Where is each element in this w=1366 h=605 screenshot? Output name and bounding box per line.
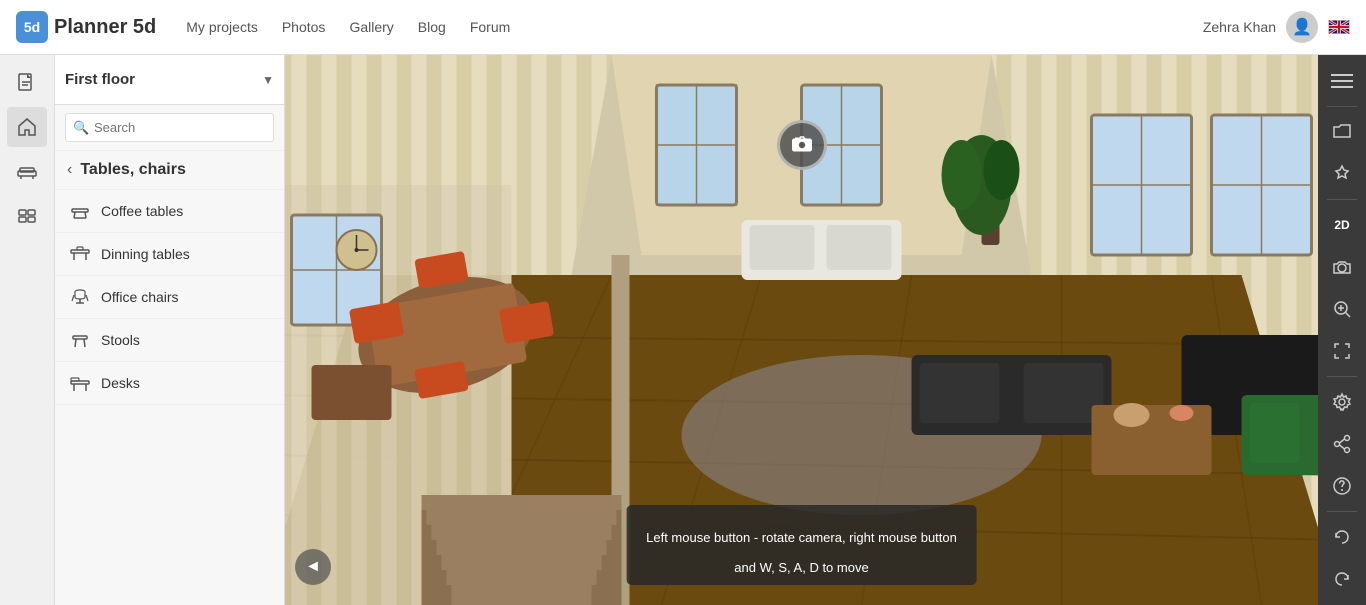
redo-button[interactable] — [1322, 559, 1362, 599]
nav-photos[interactable]: Photos — [282, 19, 326, 35]
desks-icon — [69, 372, 91, 394]
nav-blog[interactable]: Blog — [418, 19, 446, 35]
camera-view-button[interactable] — [1322, 247, 1362, 287]
floor-selector-label: First floor — [65, 71, 262, 88]
separator-1 — [1327, 106, 1357, 107]
new-button[interactable] — [7, 63, 47, 103]
back-arrow-icon: ‹ — [67, 161, 72, 179]
office-chairs-icon — [69, 286, 91, 308]
search-wrapper: 🔍 — [65, 113, 274, 142]
hamburger-menu-button[interactable] — [1322, 61, 1362, 101]
sidebar: First floor ▼ 🔍 ‹ Tables, chairs — [55, 55, 285, 605]
nav-my-projects[interactable]: My projects — [186, 19, 258, 35]
stools-label: Stools — [101, 332, 140, 348]
fullscreen-button[interactable] — [1322, 331, 1362, 371]
zoom-button[interactable] — [1322, 289, 1362, 329]
menu-item-coffee-tables[interactable]: Coffee tables — [55, 190, 284, 233]
snapshot-button[interactable] — [1322, 154, 1362, 194]
separator-3 — [1327, 376, 1357, 377]
nav-forum[interactable]: Forum — [470, 19, 510, 35]
coffee-tables-label: Coffee tables — [101, 203, 183, 219]
avatar[interactable]: 👤 — [1286, 11, 1318, 43]
viewport[interactable]: ◄ Left mouse button - rotate camera, rig… — [285, 55, 1318, 605]
left-toolbar — [0, 55, 55, 605]
office-chairs-label: Office chairs — [101, 289, 179, 305]
floor-dropdown-arrow: ▼ — [262, 73, 274, 87]
dining-tables-icon — [69, 243, 91, 265]
search-input[interactable] — [65, 113, 274, 142]
2d-view-button[interactable]: 2D — [1322, 205, 1362, 245]
menu-item-dining-tables[interactable]: Dinning tables — [55, 233, 284, 276]
flag-icon — [1328, 20, 1350, 34]
dining-tables-label: Dinning tables — [101, 246, 190, 262]
settings-button[interactable] — [1322, 382, 1362, 422]
menu-item-stools[interactable]: Stools — [55, 319, 284, 362]
menu-item-office-chairs[interactable]: Office chairs — [55, 276, 284, 319]
desks-label: Desks — [101, 375, 140, 391]
coffee-tables-icon — [69, 200, 91, 222]
search-box: 🔍 — [55, 105, 284, 151]
menu-item-desks[interactable]: Desks — [55, 362, 284, 405]
separator-4 — [1327, 511, 1357, 512]
scene-button[interactable] — [7, 195, 47, 235]
right-toolbar: 2D — [1318, 55, 1366, 605]
category-title: Tables, chairs — [80, 161, 186, 179]
undo-button[interactable] — [1322, 517, 1362, 557]
nav-links: My projects Photos Gallery Blog Forum — [186, 19, 1203, 35]
stools-icon — [69, 329, 91, 351]
share-button[interactable] — [1322, 424, 1362, 464]
home-button[interactable] — [7, 107, 47, 147]
screenshot-button[interactable] — [777, 120, 827, 170]
nav-gallery[interactable]: Gallery — [349, 19, 393, 35]
top-navigation: 5d Planner 5d My projects Photos Gallery… — [0, 0, 1366, 55]
logo-text: Planner 5d — [54, 16, 156, 39]
back-header[interactable]: ‹ Tables, chairs — [55, 151, 284, 190]
menu-items: Coffee tables Dinning tables — [55, 190, 284, 605]
folder-button[interactable] — [1322, 112, 1362, 152]
floor-selector[interactable]: First floor ▼ — [55, 55, 284, 105]
logo-icon: 5d — [16, 11, 48, 43]
nav-left-button[interactable]: ◄ — [295, 549, 331, 585]
separator-2 — [1327, 199, 1357, 200]
main-area: First floor ▼ 🔍 ‹ Tables, chairs — [0, 55, 1366, 605]
furniture-button[interactable] — [7, 151, 47, 191]
user-name: Zehra Khan — [1203, 19, 1276, 35]
search-icon: 🔍 — [73, 120, 89, 136]
logo[interactable]: 5d Planner 5d — [16, 11, 156, 43]
user-area: Zehra Khan 👤 — [1203, 11, 1350, 43]
help-button[interactable] — [1322, 466, 1362, 506]
